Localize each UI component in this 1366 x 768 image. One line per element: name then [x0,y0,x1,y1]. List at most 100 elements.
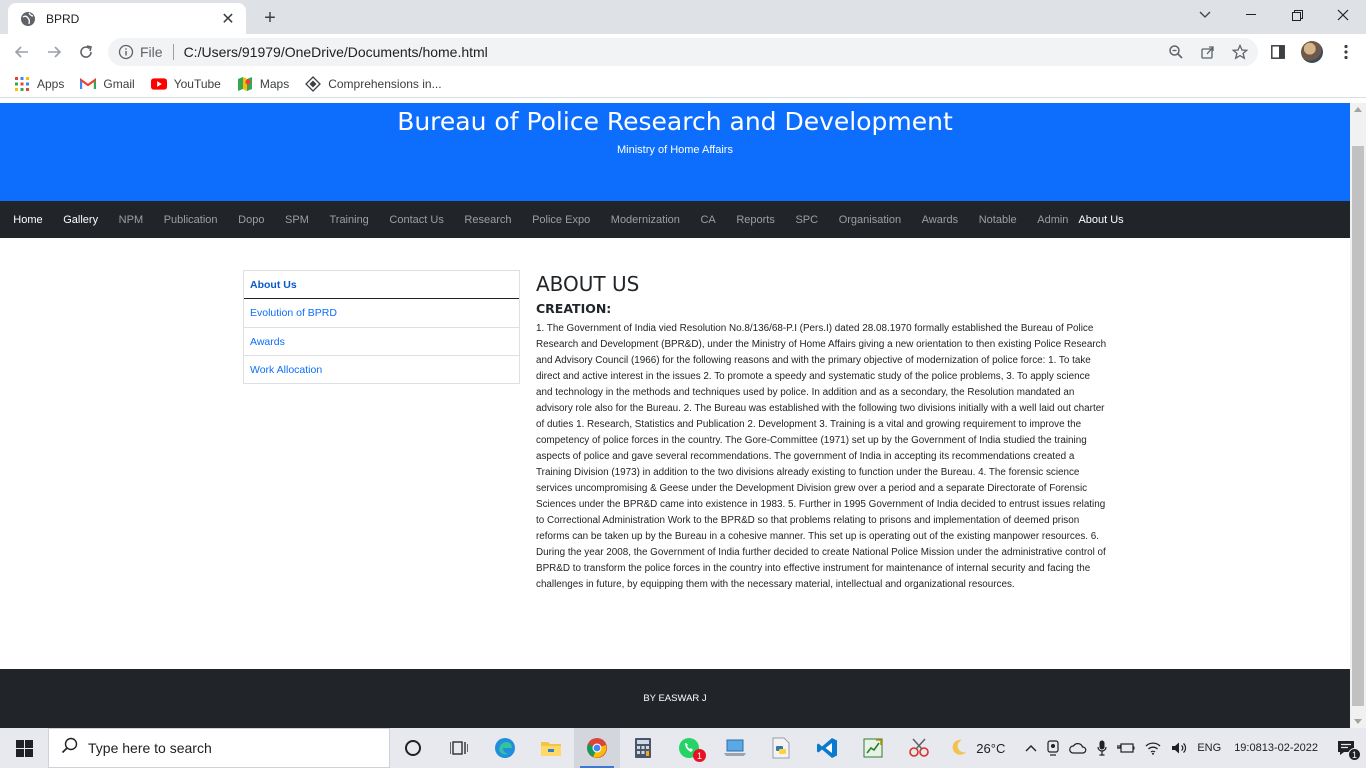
file-explorer-icon[interactable] [528,728,574,768]
avatar-image [1301,41,1323,63]
chrome-taskbar-icon[interactable] [574,728,620,768]
volume-icon[interactable] [1166,728,1192,768]
bookmark-star-icon[interactable] [1228,42,1252,62]
calculator-icon[interactable] [620,728,666,768]
nav-link-modernization[interactable]: Modernization [600,214,690,226]
bookmark-diamond-icon [305,75,322,92]
battery-plug-icon[interactable] [1112,728,1140,768]
taskbar-clock[interactable]: 19:08 13-02-2022 [1226,728,1326,768]
edge-icon[interactable] [482,728,528,768]
sidebar-list: About Us Evolution of BPRD Awards Work A… [243,270,520,384]
weather-temperature: 26°C [976,740,1006,756]
info-icon[interactable] [118,44,134,60]
nav-link-contact-us[interactable]: Contact Us [379,214,454,226]
page-viewport: Bureau of Police Research and Developmen… [0,103,1350,728]
nav-link-publication[interactable]: Publication [153,214,227,226]
page-scrollbar[interactable] [1350,103,1366,728]
windows-taskbar: Type here to search 1 26°C ENG 19:08 13-… [0,728,1366,768]
task-view-icon[interactable] [436,728,482,768]
side-panel-icon[interactable] [1266,40,1290,64]
nav-link-police-expo[interactable]: Police Expo [522,214,601,226]
whatsapp-unread-badge: 1 [693,749,706,762]
wifi-icon[interactable] [1140,728,1166,768]
minimize-icon[interactable] [1228,0,1274,30]
back-arrow-icon[interactable] [8,38,36,66]
browser-tabstrip: BPRD ✕ + [0,0,1366,34]
sidebar-item-awards[interactable]: Awards [244,327,519,355]
nav-link-organisation[interactable]: Organisation [828,214,911,226]
bookmark-comprehensions[interactable]: Comprehensions in... [305,75,442,92]
new-tab-button[interactable]: + [258,6,282,30]
bookmark-label: Maps [259,76,290,91]
zoom-icon[interactable] [1164,42,1188,62]
notification-count-badge: 1 [1348,748,1361,761]
input-language[interactable]: ENG [1192,728,1226,768]
notification-center-icon[interactable]: 1 [1326,728,1366,768]
nav-link-ca[interactable]: CA [690,214,726,226]
bookmark-youtube[interactable]: YouTube [150,76,221,92]
restore-icon[interactable] [1274,0,1320,30]
site-header: Bureau of Police Research and Developmen… [0,103,1350,201]
nav-link-spm[interactable]: SPM [275,214,319,226]
scroll-thumb[interactable] [1352,146,1364,706]
reload-icon[interactable] [72,38,100,66]
share-icon[interactable] [1196,42,1220,62]
browser-tab[interactable]: BPRD ✕ [8,3,246,34]
omnibox-actions [1164,42,1252,62]
address-bar[interactable]: File C:/Users/91979/OneDrive/Documents/h… [108,38,1258,66]
clock-date: 13-02-2022 [1261,742,1318,754]
nav-link-training[interactable]: Training [319,214,379,226]
notepad-chart-icon[interactable] [850,728,896,768]
webcam-icon[interactable] [1042,728,1064,768]
nav-link-reports[interactable]: Reports [726,214,785,226]
laptop-app-icon[interactable] [712,728,758,768]
weather-widget[interactable]: 26°C [945,728,1010,768]
python-file-icon[interactable] [758,728,804,768]
whatsapp-icon[interactable]: 1 [666,728,712,768]
microphone-icon[interactable] [1092,728,1112,768]
search-icon [61,737,78,759]
sidebar-item-about-us[interactable]: About Us [244,271,519,299]
nav-link-dopo[interactable]: Dopo [228,214,275,226]
forward-arrow-icon[interactable] [40,38,68,66]
nav-link-npm[interactable]: NPM [108,214,153,226]
snipping-tool-icon[interactable] [896,728,942,768]
nav-link-about-us[interactable]: About Us [1073,214,1134,226]
nav-link-gallery[interactable]: Gallery [53,214,108,226]
site-navbar: Home Gallery NPM Publication Dopo SPM Tr… [0,201,1350,238]
nav-link-awards[interactable]: Awards [911,214,968,226]
nav-link-home[interactable]: Home [3,214,53,226]
nav-link-research[interactable]: Research [454,214,522,226]
system-tray: 26°C ENG 19:08 13-02-2022 1 [945,728,1366,768]
taskbar-search[interactable]: Type here to search [48,728,390,768]
bookmark-label: Apps [37,76,65,91]
kebab-menu-icon[interactable] [1334,40,1358,64]
cortana-icon[interactable] [390,728,436,768]
bookmark-maps[interactable]: Maps [237,76,289,92]
tab-search-icon[interactable] [1182,0,1228,30]
profile-avatar[interactable] [1300,40,1324,64]
onedrive-cloud-icon[interactable] [1064,728,1092,768]
sidebar-item-evolution[interactable]: Evolution of BPRD [244,299,519,327]
sidebar-item-work-allocation[interactable]: Work Allocation [244,355,519,383]
bookmark-apps[interactable]: Apps [14,76,64,92]
show-hidden-icons-icon[interactable] [1020,728,1042,768]
nav-link-notable[interactable]: Notable [968,214,1027,226]
vscode-icon[interactable] [804,728,850,768]
globe-icon [20,11,36,27]
page-title: ABOUT US [536,272,640,296]
nav-link-admin[interactable]: Admin [1027,214,1073,226]
bookmark-label: YouTube [173,76,221,91]
windows-start-icon[interactable] [0,728,48,768]
main-content: ABOUT US CREATION: 1. The Government of … [536,270,1108,593]
tab-close-icon[interactable]: ✕ [218,9,238,29]
close-window-icon[interactable] [1320,0,1366,30]
search-placeholder: Type here to search [88,740,212,756]
site-title: Bureau of Police Research and Developmen… [397,107,953,136]
bookmark-gmail[interactable]: Gmail [80,76,135,92]
scroll-down-icon[interactable] [1354,719,1362,724]
nav-link-spc[interactable]: SPC [785,214,828,226]
footer-credit: BY EASWAR J [643,693,707,704]
scroll-up-icon[interactable] [1354,107,1362,112]
url-text[interactable]: C:/Users/91979/OneDrive/Documents/home.h… [184,44,488,60]
